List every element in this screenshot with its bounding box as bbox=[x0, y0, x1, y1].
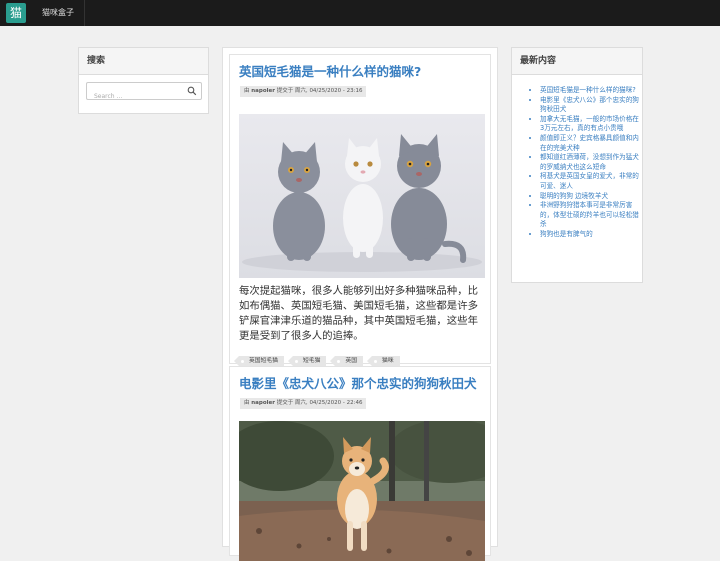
post-tags: 英国短毛猫 短毛猫 英国 猫咪 bbox=[234, 347, 409, 367]
list-item: 颜值即正义？史宾格暴具颜值和内在的完美犬种 bbox=[540, 134, 640, 153]
list-item: 电影里《忠犬八公》那个忠实的狗狗秋田犬 bbox=[540, 96, 640, 115]
recent-item-link[interactable]: 聪明的狗狗 边境牧羊犬 bbox=[540, 192, 608, 200]
akita-illustration bbox=[239, 421, 485, 561]
search-icon[interactable] bbox=[187, 86, 197, 96]
post-title-link[interactable]: 电影里《忠犬八公》那个忠实的狗狗秋田犬 bbox=[239, 373, 477, 392]
list-item: 聪明的狗狗 边境牧羊犬 bbox=[540, 192, 640, 202]
recent-item-link[interactable]: 柯基犬是英国女皇的爱犬，非常的可爱、迷人 bbox=[540, 172, 639, 190]
site-logo[interactable]: 猫 bbox=[6, 3, 26, 23]
list-item: 都知道红酒薄荷，没想到作为猛犬的罗威纳犬也这么短命 bbox=[540, 153, 640, 172]
post-image-kittens[interactable] bbox=[239, 114, 485, 278]
search-panel-title: 搜索 bbox=[79, 48, 208, 75]
list-item: 柯基犬是英国女皇的爱犬，非常的可爱、迷人 bbox=[540, 172, 640, 191]
meta-mid: 提交于 周六, bbox=[276, 400, 308, 406]
list-item: 非洲野狗狩猎本事可是非常厉害的，体型壮硕的羚羊也可以轻松猎杀 bbox=[540, 201, 640, 230]
post-date: 04/25/2020 - 22:46 bbox=[309, 400, 363, 406]
post-author-link[interactable]: napoler bbox=[251, 88, 275, 94]
content-panel: 英国短毛猫是一种什么样的猫咪? 由 napoler 提交于 周六, 04/25/… bbox=[222, 47, 498, 561]
meta-prefix: 由 bbox=[244, 400, 250, 406]
post-excerpt: 每次提起猫咪，很多人能够列出好多种猫咪品种，比如布偶猫、英国短毛猫、美国短毛猫，… bbox=[239, 285, 478, 342]
post-title-link[interactable]: 英国短毛猫是一种什么样的猫咪? bbox=[239, 61, 421, 80]
recent-item-link[interactable]: 英国短毛猫是一种什么样的猫咪? bbox=[540, 86, 636, 94]
recent-item-link[interactable]: 狗狗也是有脾气的 bbox=[540, 230, 593, 238]
post-card: 英国短毛猫是一种什么样的猫咪? 由 napoler 提交于 周六, 04/25/… bbox=[229, 54, 491, 367]
nav-brand-link[interactable]: 猫咪盒子 bbox=[32, 0, 85, 26]
search-input[interactable] bbox=[92, 88, 186, 105]
post-author-link[interactable]: napoler bbox=[251, 400, 275, 406]
list-item: 加拿大无毛猫，一般的市场价格在3万元左右，真的有点小贵哦 bbox=[540, 115, 640, 134]
recent-item-link[interactable]: 都知道红酒薄荷，没想到作为猛犬的罗威纳犬也这么短命 bbox=[540, 153, 639, 171]
post-image-akita[interactable] bbox=[239, 421, 485, 561]
recent-item-link[interactable]: 加拿大无毛猫，一般的市场价格在3万元左右，真的有点小贵哦 bbox=[540, 115, 639, 133]
recent-item-link[interactable]: 非洲野狗狩猎本事可是非常厉害的，体型壮硕的羚羊也可以轻松猎杀 bbox=[540, 201, 639, 228]
kittens-illustration bbox=[239, 114, 485, 278]
list-item: 英国短毛猫是一种什么样的猫咪? bbox=[540, 86, 640, 96]
post-card: 电影里《忠犬八公》那个忠实的狗狗秋田犬 由 napoler 提交于 周六, 04… bbox=[229, 366, 491, 561]
meta-mid: 提交于 周六, bbox=[276, 88, 308, 94]
post-date: 04/25/2020 - 23:16 bbox=[309, 88, 363, 94]
meta-prefix: 由 bbox=[244, 88, 250, 94]
list-item: 狗狗也是有脾气的 bbox=[540, 230, 640, 240]
post-meta: 由 napoler 提交于 周六, 04/25/2020 - 22:46 bbox=[240, 398, 367, 409]
recent-content-title: 最新内容 bbox=[512, 48, 642, 75]
search-panel: 搜索 bbox=[78, 47, 209, 114]
search-box[interactable] bbox=[86, 82, 202, 105]
post-meta: 由 napoler 提交于 周六, 04/25/2020 - 23:16 bbox=[240, 86, 367, 97]
top-navbar: 猫 猫咪盒子 bbox=[0, 0, 720, 26]
recent-item-link[interactable]: 颜值即正义？史宾格暴具颜值和内在的完美犬种 bbox=[540, 134, 639, 152]
recent-item-link[interactable]: 电影里《忠犬八公》那个忠实的狗狗秋田犬 bbox=[540, 96, 639, 114]
recent-content-panel: 最新内容 英国短毛猫是一种什么样的猫咪? 电影里《忠犬八公》那个忠实的狗狗秋田犬… bbox=[511, 47, 643, 283]
recent-content-list: 英国短毛猫是一种什么样的猫咪? 电影里《忠犬八公》那个忠实的狗狗秋田犬 加拿大无… bbox=[522, 86, 640, 240]
